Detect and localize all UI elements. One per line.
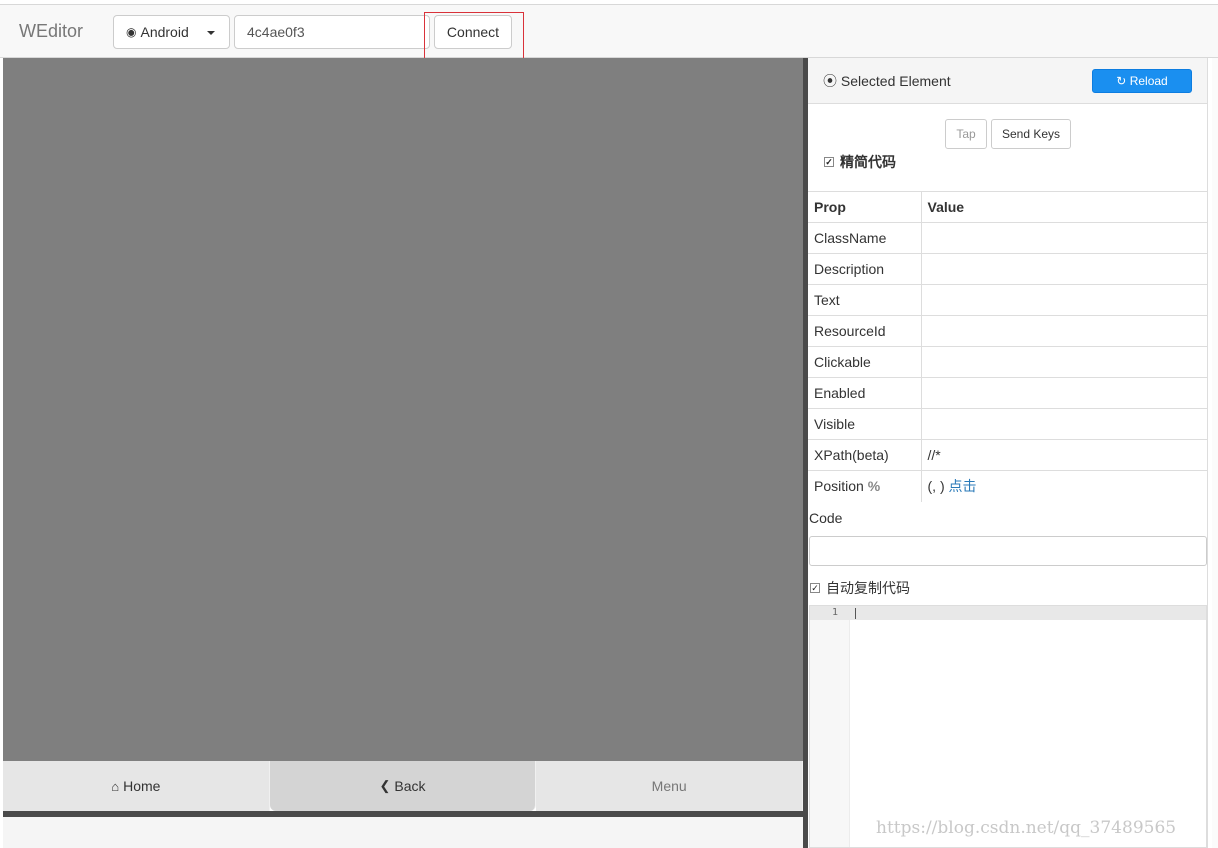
refresh-icon: ↻ [1116,74,1127,88]
target-icon: ⦿ [823,73,837,89]
menu-button[interactable]: Menu [536,761,804,811]
checkbox-icon[interactable]: ✓ [810,583,820,593]
back-button[interactable]: ❮ Back [269,761,537,811]
position-key: Position % [808,470,922,502]
percent-toggle[interactable]: % [868,478,880,494]
prop-value [921,408,1207,440]
table-row: Description [808,253,1207,285]
editor-active-line [810,606,1206,620]
prop-value [921,315,1207,347]
code-editor[interactable]: 1 [809,605,1207,848]
panel-title: ⦿ Selected Element [823,71,951,91]
panel-title-text: Selected Element [840,73,951,89]
table-row: Enabled [808,377,1207,409]
platform-label: Android [140,24,189,40]
device-nav-bar: ⌂ Home ❮ Back Menu [3,761,804,811]
table-row: Text [808,284,1207,316]
simple-code-toggle[interactable]: ✓ 精简代码 [824,152,896,172]
panel-heading: ⦿ Selected Element ↻ Reload [808,58,1207,104]
prop-value [921,253,1207,285]
prop-key: Enabled [808,377,922,409]
screen-bottom-area [3,817,803,848]
props-table: Prop Value ClassName Description Text Re… [808,191,1207,502]
send-keys-button[interactable]: Send Keys [991,119,1071,149]
click-link[interactable]: 点击 [949,478,977,494]
reload-button[interactable]: ↻ Reload [1092,69,1192,93]
line-number: 1 [832,607,839,618]
simple-code-label: 精简代码 [840,154,896,170]
code-label: Code [809,510,843,526]
prop-key: Visible [808,408,922,440]
prop-value [921,284,1207,316]
table-row: Clickable [808,346,1207,378]
prop-value: //* [921,439,1207,471]
code-input[interactable] [809,536,1207,566]
table-row: Visible [808,408,1207,440]
connect-button[interactable]: Connect [434,15,512,49]
tap-button[interactable]: Tap [945,119,987,149]
props-header-row: Prop Value [808,191,1207,223]
editor-cursor [855,608,856,619]
table-row: ResourceId [808,315,1207,347]
menu-label: Menu [651,778,687,794]
prop-value [921,222,1207,254]
home-icon: ⌂ [111,778,120,794]
table-row: Position % (, ) 点击 [808,470,1207,502]
prop-value [921,346,1207,378]
table-row: ClassName [808,222,1207,254]
android-icon: ◉ [126,25,137,39]
platform-dropdown[interactable]: ◉ Android [113,15,230,49]
auto-copy-toggle[interactable]: ✓ 自动复制代码 [810,578,910,598]
value-header: Value [921,191,1207,223]
chevron-left-icon: ❮ [379,778,391,793]
prop-header: Prop [808,191,922,223]
editor-gutter [810,606,850,847]
position-value: (, ) 点击 [921,470,1207,502]
reload-label: Reload [1129,74,1168,88]
table-row: XPath(beta) //* [808,439,1207,471]
app-brand[interactable]: WEditor [19,21,83,42]
prop-value [921,377,1207,409]
top-navbar: WEditor ◉ Android Connect [0,4,1218,58]
home-label: Home [123,778,161,794]
page-edge [1212,58,1218,848]
auto-copy-label: 自动复制代码 [826,580,910,596]
watermark: https://blog.csdn.net/qq_37489565 [876,818,1177,838]
caret-down-icon [207,31,215,35]
back-label: Back [394,778,426,794]
checkbox-icon[interactable]: ✓ [824,157,834,167]
prop-key: Clickable [808,346,922,378]
prop-key: Text [808,284,922,316]
position-label: Position [814,478,864,495]
device-serial-input[interactable] [234,15,430,49]
prop-key: Description [808,253,922,285]
prop-key: XPath(beta) [808,439,922,471]
prop-key: ResourceId [808,315,922,347]
prop-key: ClassName [808,222,922,254]
selected-element-panel: ⦿ Selected Element ↻ Reload Tap Send Key… [808,58,1208,848]
home-button[interactable]: ⌂ Home [3,761,270,811]
device-screenshot-canvas[interactable] [3,58,803,761]
position-coords: (, ) [927,478,945,495]
